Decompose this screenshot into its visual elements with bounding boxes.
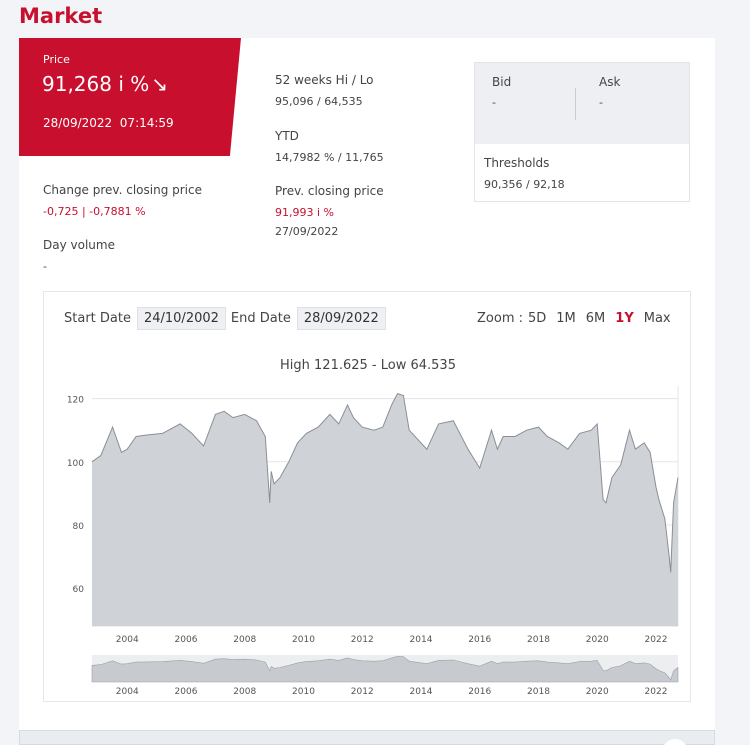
price-chart[interactable]: 60 80 100 120 2004 2006 2008 2010 2012 2014 2016 20… — [44, 292, 690, 701]
y-tick-label: 120 — [67, 396, 84, 406]
navigator-tick-label: 2008 — [233, 687, 256, 697]
thresholds-value: 90,356 / 92,18 — [484, 178, 565, 191]
thresholds-label: Thresholds — [484, 156, 550, 170]
volume-label: Day volume — [43, 238, 115, 252]
bid-ask-divider — [575, 88, 576, 120]
x-tick-label: 2016 — [468, 635, 491, 645]
navigator-tick-label: 2014 — [410, 687, 433, 697]
navigator-tick-label: 2022 — [645, 687, 668, 697]
price-value-row: 91,268 i % ↘ — [42, 72, 168, 96]
ytd-value: 14,7982 % / 11,765 — [275, 151, 384, 164]
expand-icon[interactable] — [662, 739, 688, 745]
ytd-label: YTD — [275, 129, 299, 143]
volume-stat: Day volume - — [43, 238, 115, 273]
ytd-stat: YTD 14,7982 % / 11,765 — [275, 129, 384, 164]
prev-close-label: Prev. closing price — [275, 184, 384, 198]
navigator-tick-label: 2006 — [175, 687, 198, 697]
price-area — [92, 393, 678, 626]
y-tick-label: 60 — [73, 585, 85, 595]
navigator-tick-label: 2012 — [351, 687, 374, 697]
bid-label: Bid — [492, 75, 512, 89]
navigator-tick-label: 2020 — [586, 687, 609, 697]
prev-close-date: 27/09/2022 — [275, 225, 339, 238]
prev-close-value: 91,993 i % — [275, 206, 334, 219]
x-tick-label: 2006 — [175, 635, 198, 645]
volume-value: - — [43, 260, 47, 273]
y-tick-label: 100 — [67, 459, 84, 469]
x-tick-label: 2008 — [233, 635, 256, 645]
navigator-tick-label: 2010 — [292, 687, 315, 697]
navigator-tick-label: 2018 — [527, 687, 550, 697]
ask-label: Ask — [599, 75, 621, 89]
prev-close-stat: Prev. closing price 91,993 i % 27/09/202… — [275, 184, 384, 238]
ask-value: - — [599, 96, 603, 109]
x-tick-label: 2018 — [527, 635, 550, 645]
chart-container: Start Date 24/10/2002 End Date 28/09/202… — [43, 291, 691, 702]
bid-value: - — [492, 96, 496, 109]
navigator-tick-label: 2004 — [116, 687, 139, 697]
x-tick-label: 2022 — [645, 635, 668, 645]
price-value: 91,268 i % — [42, 72, 150, 96]
price-panel: Price 91,268 i % ↘ 28/09/2022 07:14:59 — [19, 38, 241, 156]
x-tick-label: 2010 — [292, 635, 315, 645]
price-label: Price — [43, 53, 70, 66]
bid-ask-panel: Bid - Ask - Thresholds 90,356 / 92,18 — [474, 62, 690, 202]
navigator-tick-label: 2016 — [468, 687, 491, 697]
trend-down-arrow-icon: ↘ — [151, 72, 169, 96]
x-tick-label: 2004 — [116, 635, 139, 645]
page-title: Market — [19, 4, 103, 28]
hilo-label: 52 weeks Hi / Lo — [275, 73, 374, 87]
market-card: Price 91,268 i % ↘ 28/09/2022 07:14:59 Ch… — [19, 38, 715, 730]
hilo-value: 95,096 / 64,535 — [275, 95, 363, 108]
change-value: -0,725 | -0,7881 % — [43, 205, 146, 218]
y-tick-label: 80 — [73, 522, 85, 532]
next-panel — [19, 730, 715, 745]
x-tick-label: 2014 — [410, 635, 433, 645]
price-timestamp: 28/09/2022 07:14:59 — [43, 116, 174, 130]
change-label: Change prev. closing price — [43, 183, 202, 197]
x-tick-label: 2012 — [351, 635, 374, 645]
hilo-stat: 52 weeks Hi / Lo 95,096 / 64,535 — [275, 73, 374, 108]
change-stat: Change prev. closing price -0,725 | -0,7… — [43, 183, 202, 218]
x-tick-label: 2020 — [586, 635, 609, 645]
